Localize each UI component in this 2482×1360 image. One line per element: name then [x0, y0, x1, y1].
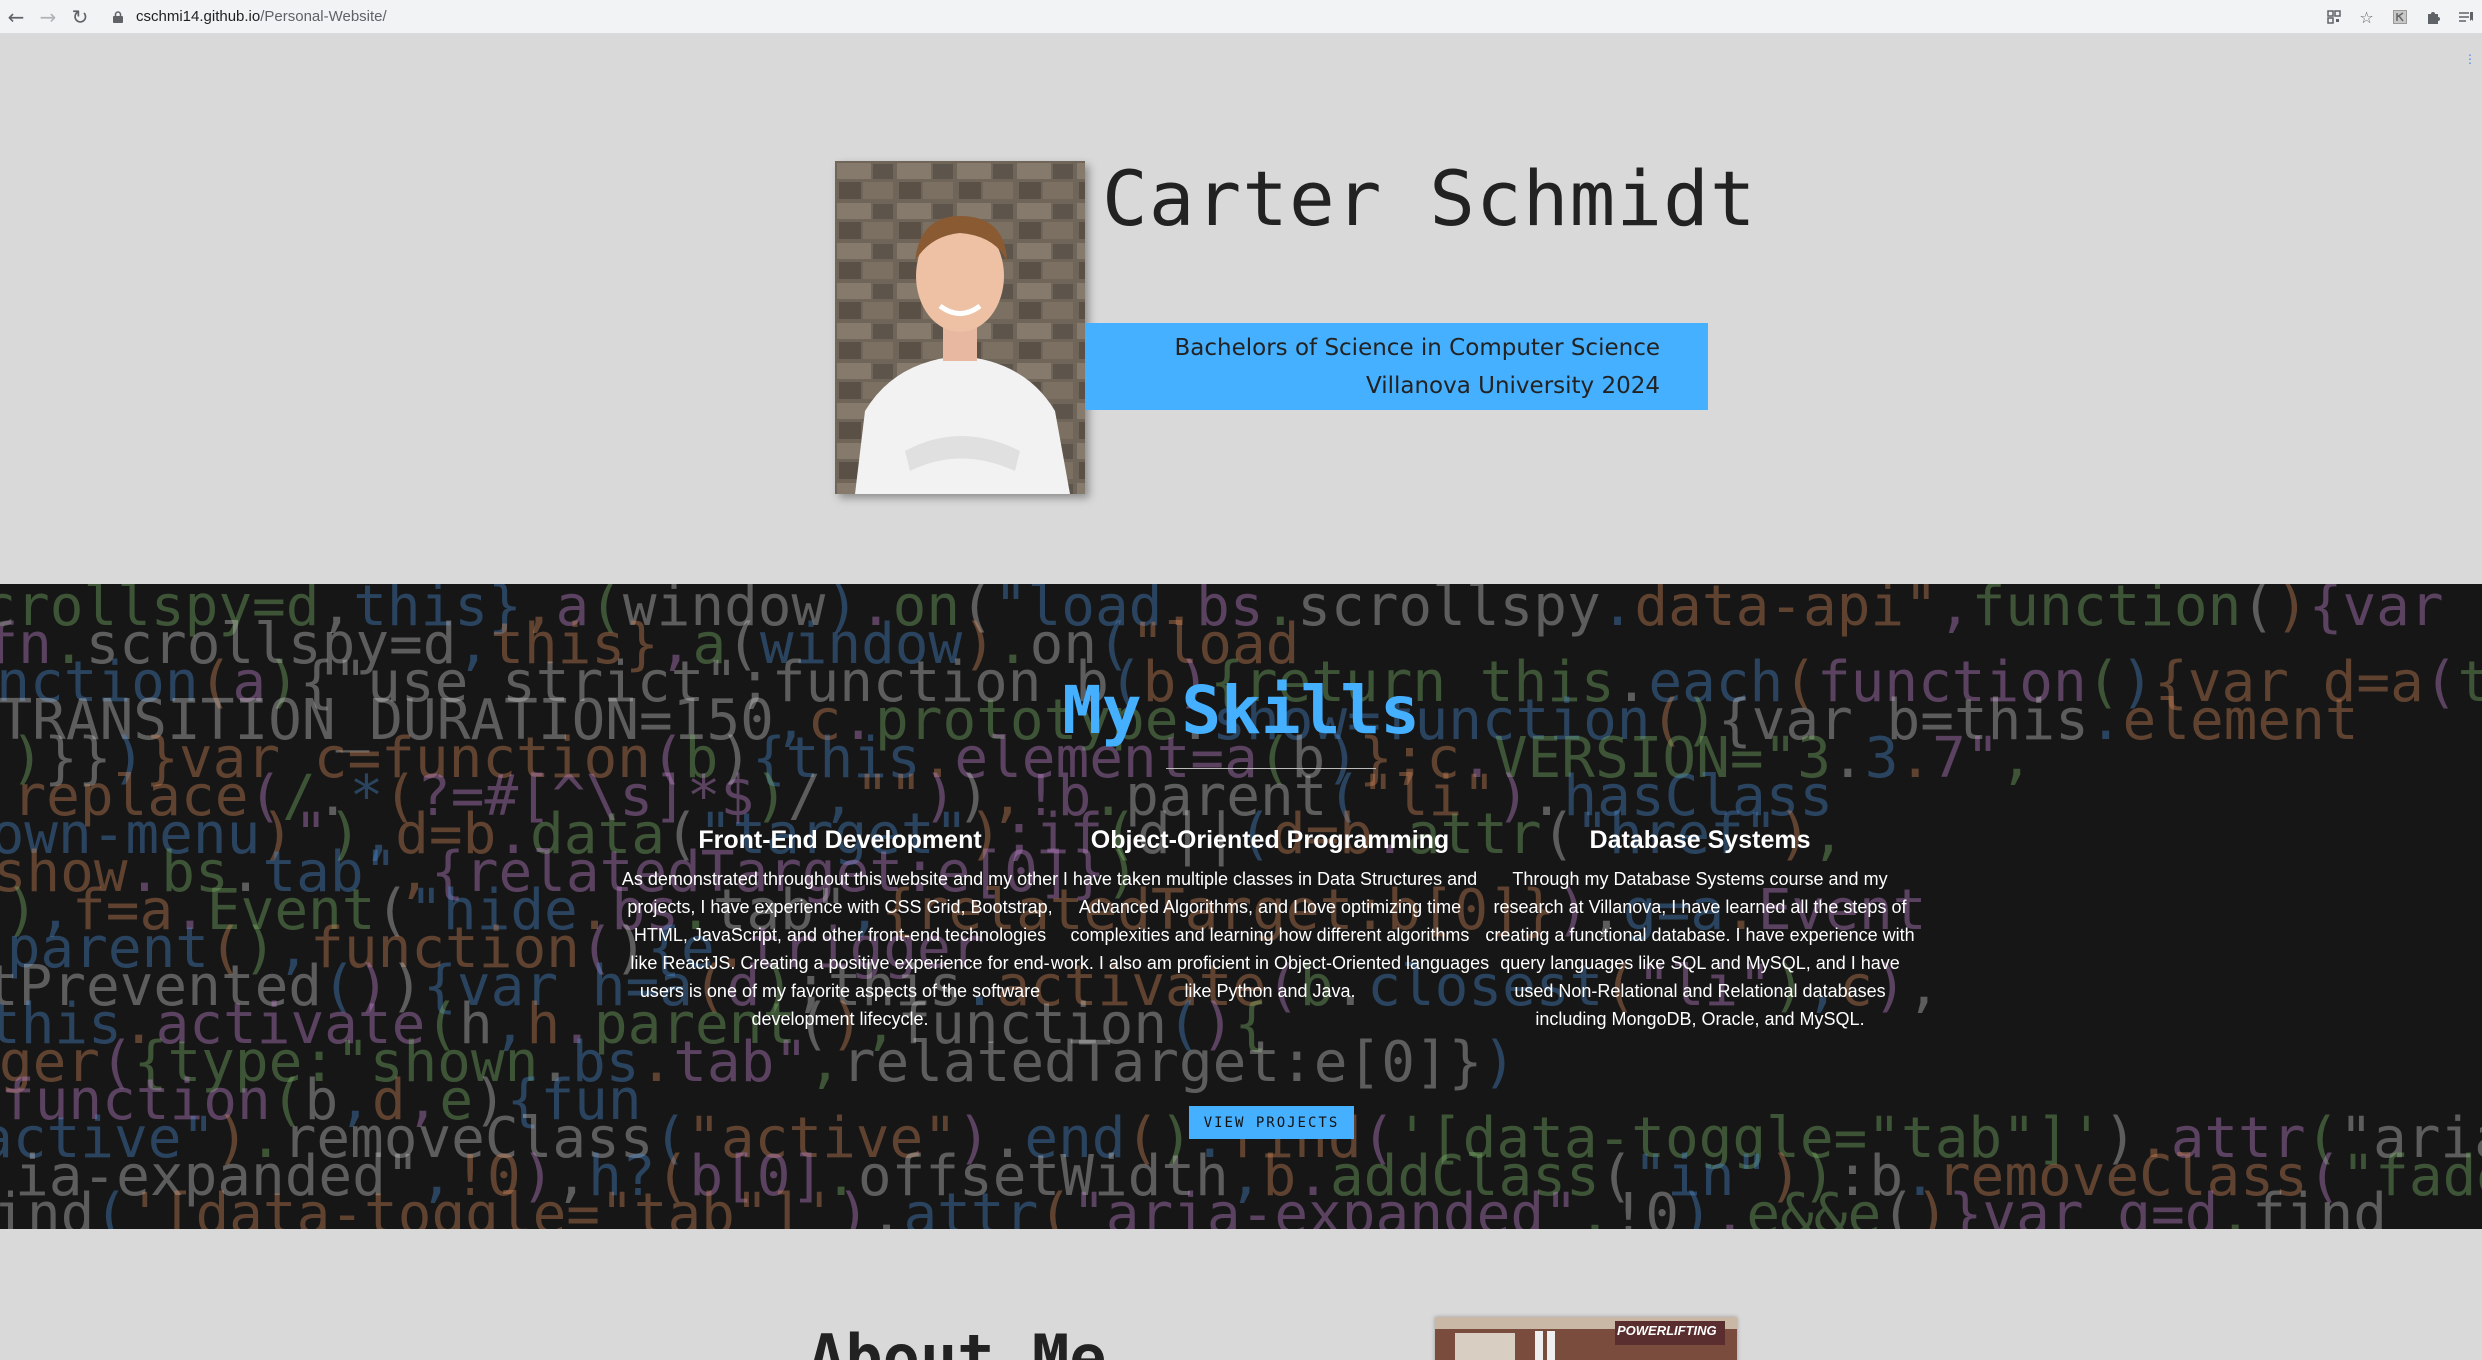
degree-banner: Bachelors of Science in Computer Science… — [1085, 323, 1708, 410]
about-section: About Me POWERLIFTING — [0, 1229, 2482, 1360]
reading-list-icon[interactable] — [2449, 0, 2482, 34]
skill-card-database: Database Systems Through my Database Sys… — [1480, 826, 1920, 1033]
url-path: /Personal-Website/ — [260, 8, 387, 25]
skill-heading: Front-End Development — [698, 826, 982, 854]
extension-k-icon[interactable] — [2383, 0, 2416, 34]
skill-description: Through my Database Systems course and m… — [1485, 869, 1915, 1029]
code-background-line: ).find('[data-toggle="tab"]').attr("aria… — [0, 1182, 2387, 1229]
back-arrow-icon[interactable]: ← — [0, 1, 32, 33]
url-text[interactable]: cschmi14.github.io/Personal-Website/ — [136, 8, 387, 25]
address-bar[interactable]: cschmi14.github.io/Personal-Website/ — [108, 3, 387, 31]
degree-text: Bachelors of Science in Computer Science — [1174, 334, 1661, 361]
skill-heading: Database Systems — [1589, 826, 1811, 854]
university-text: Villanova University 2024 — [1365, 372, 1660, 399]
bookmark-star-icon[interactable]: ☆ — [2350, 0, 2383, 34]
skill-heading: Object-Oriented Programming — [1090, 826, 1450, 854]
skills-section: a.fn.scrollspy=d,this},a(window).on("loa… — [0, 584, 2482, 1229]
skills-divider — [1166, 768, 1376, 769]
url-domain: cschmi14.github.io — [136, 8, 261, 25]
skills-title: My Skills — [1062, 672, 1420, 749]
reload-icon[interactable]: ↻ — [64, 1, 96, 33]
qr-code-icon[interactable] — [2317, 0, 2350, 34]
skill-description: I have taken multiple classes in Data St… — [1050, 869, 1490, 1001]
forward-arrow-icon[interactable]: → — [32, 1, 64, 33]
powerlifting-photo: POWERLIFTING — [1435, 1317, 1737, 1360]
about-title: About Me — [808, 1321, 1107, 1360]
skill-description: As demonstrated throughout this website … — [621, 869, 1059, 1029]
photo-caption: POWERLIFTING — [1617, 1323, 1717, 1338]
skill-card-oop: Object-Oriented Programming I have taken… — [1050, 826, 1490, 1005]
hero-name: Carter Schmidt — [1102, 154, 1757, 243]
profile-photo — [835, 161, 1085, 494]
skill-card-frontend: Front-End Development As demonstrated th… — [620, 826, 1060, 1033]
browser-toolbar: ← → ↻ cschmi14.github.io/Personal-Websit… — [0, 0, 2482, 34]
view-projects-button[interactable]: VIEW PROJECTS — [1189, 1106, 1354, 1139]
extensions-puzzle-icon[interactable] — [2416, 0, 2449, 34]
lock-icon[interactable] — [108, 10, 128, 23]
hero-section: Carter Schmidt Bachelors of Science in C… — [0, 34, 2482, 584]
